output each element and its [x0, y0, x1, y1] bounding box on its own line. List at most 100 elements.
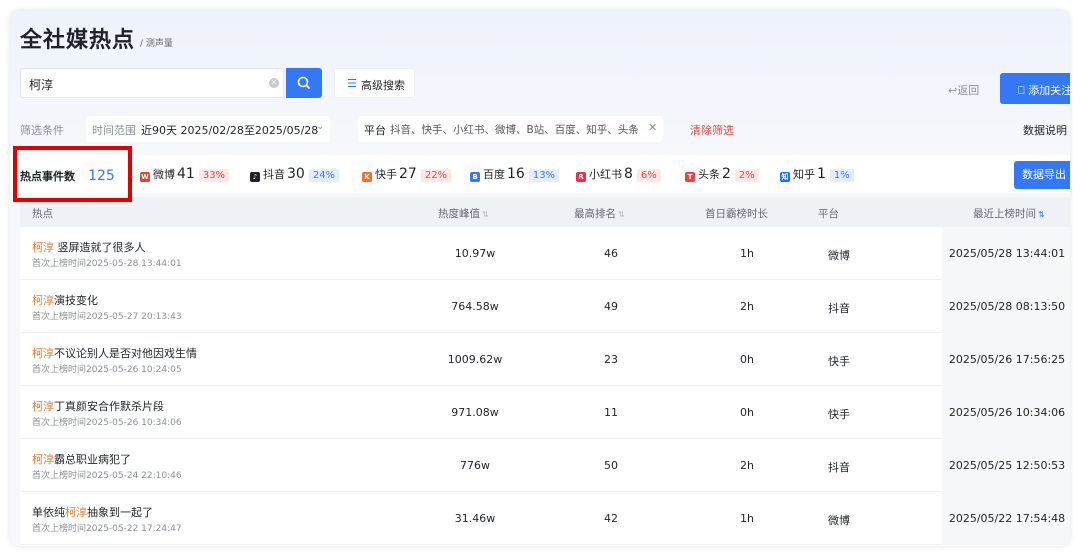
platform-stat-count: 16: [507, 166, 525, 182]
platform-filter[interactable]: 平台 抖音、快手、小红书、微博、B站、百度、知乎、头条 ✕: [358, 116, 663, 142]
platform-stat[interactable]: T 头条 2 2%: [685, 166, 759, 184]
back-icon: ↩: [948, 84, 958, 97]
table-row[interactable]: 单依纯柯淳抽象到一起了 首次上榜时间2025-05-22 17:24:47 31.4…: [20, 492, 1070, 545]
page-subtitle: / 测声量: [140, 39, 173, 49]
first-listed-value: 2025-05-28 13:44:01: [86, 259, 182, 269]
col-header-peak[interactable]: 热度峰值 ⇅: [438, 206, 489, 221]
platform-stat-count: 41: [177, 166, 195, 182]
platform-stat-name: 知乎: [793, 168, 815, 181]
platform-logo-icon: R: [576, 172, 586, 182]
recent-listed-value: 2025/05/25 12:50:53: [948, 459, 1066, 472]
main-panel: 全社媒热点 / 测声量 柯淳 ✕ ☰ 高级搜索 ↩返回 ⎕ 添加关注 筛选条件 …: [10, 10, 1070, 546]
platform-stat-count: 1: [817, 166, 826, 182]
platform-filter-value: 抖音、快手、小红书、微博、B站、百度、知乎、头条: [390, 124, 639, 136]
platform-stat[interactable]: ♪ 抖音 30 24%: [250, 166, 340, 184]
platform-stat[interactable]: B 百度 16 13%: [470, 166, 560, 184]
platform-stat-name: 小红书: [589, 168, 622, 181]
title-text: 单依纯: [32, 506, 65, 519]
search-input[interactable]: 柯淳 ✕: [20, 68, 284, 98]
keyword-highlight: 柯淳: [32, 241, 54, 254]
platform-stat-name: 快手: [375, 168, 397, 181]
hot-topic-title[interactable]: 单依纯柯淳抽象到一起了: [32, 504, 153, 520]
first-day-duration-value: 2h: [740, 300, 754, 313]
sort-icon: ⇅: [482, 210, 489, 219]
top-rank-value: 23: [604, 353, 618, 366]
first-listed-time: 首次上榜时间2025-05-24 22:10:46: [32, 468, 182, 481]
first-listed-prefix: 首次上榜时间: [32, 471, 87, 481]
platform-stat[interactable]: W 微博 41 33%: [140, 166, 230, 184]
add-follow-button[interactable]: ⎕ 添加关注: [1000, 73, 1070, 104]
table-row[interactable]: 柯淳丁真颜安合作默杀片段 首次上榜时间2025-05-26 10:34:06 971…: [20, 386, 1070, 439]
recent-listed-value: 2025/05/28 13:44:01: [948, 247, 1066, 260]
first-listed-prefix: 首次上榜时间: [32, 365, 87, 375]
clear-search-icon[interactable]: ✕: [269, 78, 279, 88]
peak-heat-value: 31.46w: [454, 512, 496, 525]
time-range-value: 近90天 2025/02/28至2025/05/28: [141, 124, 319, 137]
sort-icon: ⇅: [618, 210, 625, 219]
hot-topic-title[interactable]: 柯淳演技变化: [32, 292, 98, 308]
platform-value: 微博: [828, 514, 850, 527]
platform-stat-percent: 13%: [528, 169, 560, 182]
sort-icon: ⇅: [1038, 210, 1045, 219]
clear-filters-button[interactable]: 清除筛选: [690, 122, 734, 138]
hot-topic-title[interactable]: 柯淳 竖屏造就了很多人: [32, 239, 146, 255]
hot-topic-title[interactable]: 柯淳霸总职业病犯了: [32, 451, 131, 467]
col-header-rank[interactable]: 最高排名 ⇅: [574, 206, 625, 221]
search-icon: [297, 76, 310, 89]
platform-stat[interactable]: 知知乎 1 1%: [780, 166, 854, 184]
peak-heat-value: 10.97w: [454, 247, 496, 260]
data-description-link[interactable]: 数据说明: [1023, 122, 1067, 138]
table-body: 柯淳 竖屏造就了很多人 首次上榜时间2025-05-28 13:44:01 10.9…: [20, 227, 1070, 546]
first-listed-value: 2025-05-24 22:10:46: [86, 471, 182, 481]
advanced-search-button[interactable]: ☰ 高级搜索: [334, 68, 415, 98]
chevron-down-icon: ⌄: [316, 121, 325, 132]
bookmark-icon: ⎕: [1018, 84, 1029, 97]
table-header: [20, 197, 1070, 227]
top-rank-value: 11: [604, 406, 618, 419]
col-header-recent[interactable]: 最近上榜时间 ⇅: [973, 206, 1045, 221]
table-row[interactable]: 柯淳不议论别人是否对他因戏生情 首次上榜时间2025-05-26 10:24:05…: [20, 333, 1070, 386]
first-listed-prefix: 首次上榜时间: [32, 524, 87, 534]
first-day-duration-value: 0h: [740, 353, 754, 366]
col-header-rank-label: 最高排名: [574, 208, 616, 220]
table-row[interactable]: 柯淳演技变化 首次上榜时间2025-05-27 20:13:43 764.58w 49…: [20, 280, 1070, 333]
first-day-duration-value: 2h: [740, 459, 754, 472]
top-rank-value: 46: [604, 247, 618, 260]
close-icon[interactable]: ✕: [648, 121, 657, 134]
platform-stat[interactable]: R 小红书 8 6%: [576, 166, 661, 184]
advanced-search-label: 高级搜索: [361, 79, 405, 92]
first-listed-prefix: 首次上榜时间: [32, 418, 87, 428]
title-text: 不议论别人是否对他因戏生情: [54, 347, 197, 360]
table-row[interactable]: 柯淳 竖屏造就了很多人首次上榜时间2025-05-28 13:44:01 10.9…: [20, 227, 1070, 280]
platform-filter-label: 平台: [364, 124, 386, 137]
search-button[interactable]: [286, 68, 322, 98]
peak-heat-value: 776w: [460, 459, 490, 472]
platform-stat[interactable]: K 快手 27 22%: [362, 166, 452, 184]
back-label: 返回: [957, 84, 980, 97]
hot-topic-title[interactable]: 柯淳不议论别人是否对他因戏生情: [32, 345, 197, 361]
platform-stat-percent: 2%: [734, 169, 759, 182]
platform-logo-icon: B: [470, 172, 480, 182]
back-link[interactable]: ↩返回: [948, 82, 979, 98]
platform-logo-icon: T: [685, 172, 695, 182]
first-listed-time: 首次上榜时间2025-05-26 10:24:05: [32, 362, 182, 375]
col-header-platform: 平台: [818, 208, 839, 220]
hot-topic-title[interactable]: 柯淳丁真颜安合作默杀片段: [32, 398, 164, 414]
first-listed-prefix: 首次上榜时间: [32, 259, 87, 269]
time-range-select[interactable]: 时间范围 近90天 2025/02/28至2025/05/28 ⌄: [86, 116, 330, 142]
title-text: 抽象到一起了: [87, 506, 153, 519]
title-text: 霸总职业病犯了: [54, 453, 131, 466]
title-text: 竖屏造就了很多人: [54, 241, 146, 254]
platform-stat-name: 抖音: [263, 168, 285, 181]
export-data-button[interactable]: 数据导出: [1014, 161, 1070, 189]
platform-stat-percent: 22%: [420, 169, 452, 182]
first-listed-value: 2025-05-26 10:24:05: [86, 365, 182, 375]
table-row[interactable]: 柯淳霸总职业病犯了 首次上榜时间2025-05-24 22:10:46 776w 50…: [20, 439, 1070, 492]
keyword-highlight: 柯淳: [32, 400, 54, 413]
platform-stat-count: 8: [624, 166, 633, 182]
search-input-value: 柯淳: [29, 78, 54, 92]
platform-logo-icon: 知: [780, 172, 790, 182]
platform-stat-name: 微博: [153, 168, 175, 181]
col-header-recent-label: 最近上榜时间: [973, 208, 1036, 220]
platform-logo-icon: K: [362, 172, 372, 182]
